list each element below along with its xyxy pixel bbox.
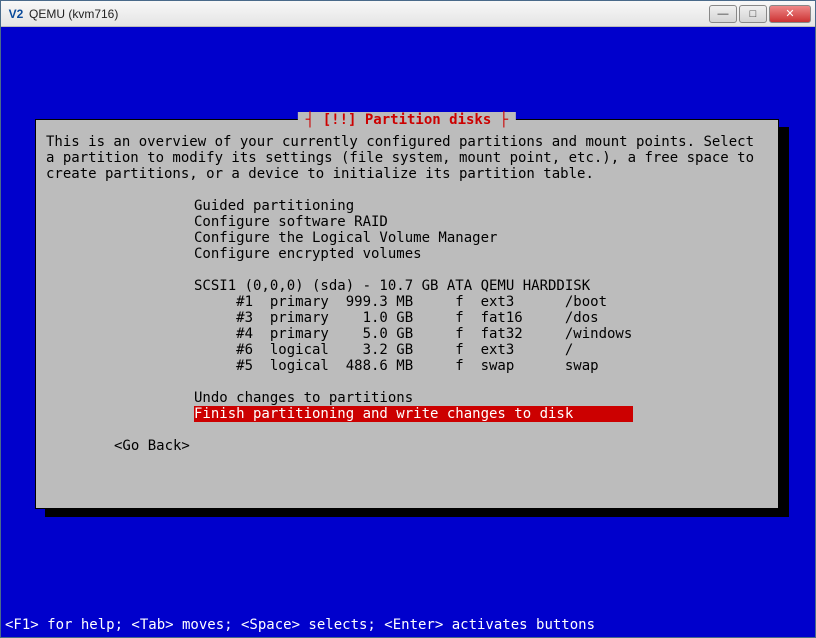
- qemu-window: V2 QEMU (kvm716) — □ ✕ ┤ [!!] Partition …: [0, 0, 816, 638]
- partition-row[interactable]: #4 primary 5.0 GB f fat32 /windows: [194, 326, 768, 342]
- menu-finish[interactable]: Finish partitioning and write changes to…: [194, 406, 633, 422]
- menu-guided[interactable]: Guided partitioning: [194, 198, 768, 214]
- dialog-title: ┤ [!!] Partition disks ├: [298, 112, 516, 128]
- window-controls: — □ ✕: [709, 5, 811, 23]
- console-area: ┤ [!!] Partition disks ├ This is an over…: [1, 27, 815, 637]
- partition-row[interactable]: #3 primary 1.0 GB f fat16 /dos: [194, 310, 768, 326]
- help-bar: <F1> for help; <Tab> moves; <Space> sele…: [5, 617, 811, 633]
- window-title: QEMU (kvm716): [29, 7, 709, 21]
- partition-row[interactable]: #1 primary 999.3 MB f ext3 /boot: [194, 294, 768, 310]
- dialog-intro-text: This is an overview of your currently co…: [46, 134, 768, 182]
- partition-dialog: ┤ [!!] Partition disks ├ This is an over…: [35, 119, 779, 509]
- menu-encrypted[interactable]: Configure encrypted volumes: [194, 246, 768, 262]
- go-back-button[interactable]: <Go Back>: [114, 438, 768, 454]
- menu-lvm[interactable]: Configure the Logical Volume Manager: [194, 230, 768, 246]
- menu-raid[interactable]: Configure software RAID: [194, 214, 768, 230]
- minimize-button[interactable]: —: [709, 5, 737, 23]
- partition-row[interactable]: #6 logical 3.2 GB f ext3 /: [194, 342, 768, 358]
- close-button[interactable]: ✕: [769, 5, 811, 23]
- titlebar[interactable]: V2 QEMU (kvm716) — □ ✕: [1, 1, 815, 27]
- menu-list: Guided partitioning Configure software R…: [194, 198, 768, 422]
- app-icon: V2: [7, 5, 25, 23]
- dialog-body: This is an overview of your currently co…: [36, 120, 778, 468]
- maximize-button[interactable]: □: [739, 5, 767, 23]
- disk-header[interactable]: SCSI1 (0,0,0) (sda) - 10.7 GB ATA QEMU H…: [194, 278, 768, 294]
- menu-undo[interactable]: Undo changes to partitions: [194, 390, 768, 406]
- partition-row[interactable]: #5 logical 488.6 MB f swap swap: [194, 358, 768, 374]
